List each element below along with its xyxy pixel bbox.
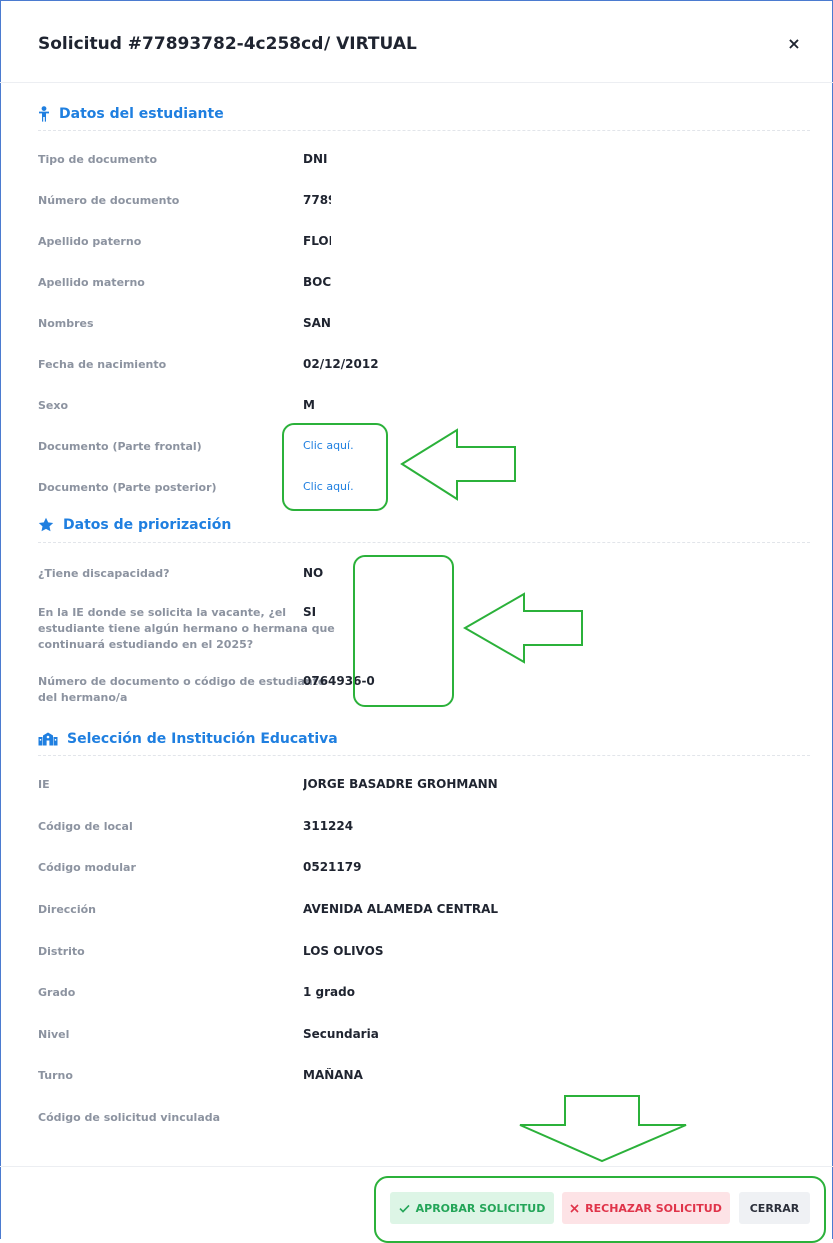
field-label: Tipo de documento: [38, 153, 158, 166]
field-value: BOC.: [303, 275, 331, 289]
field-label: Código de local: [38, 820, 133, 833]
doc-front-label: Documento (Parte frontal): [38, 440, 202, 453]
check-icon: [399, 1204, 410, 1213]
request-id: Solicitud #77893782-4c258cd: [38, 34, 324, 54]
field-value: JORGE BASADRE GROHMANN: [303, 777, 498, 791]
close-icon[interactable]: ×: [787, 34, 801, 53]
field-value: 0521179: [303, 860, 362, 874]
field-value: FLOF: [303, 234, 331, 248]
footer-divider: [0, 1166, 833, 1167]
field-value: NO: [303, 566, 324, 580]
field-label: Apellido materno: [38, 276, 145, 289]
field-value: M: [303, 398, 315, 412]
approve-button[interactable]: APROBAR SOLICITUD: [390, 1192, 554, 1224]
field-label: En la IE donde se solicita la vacante, ¿…: [38, 606, 335, 651]
modal-title: Solicitud #77893782-4c258cd / VIRTUAL: [38, 34, 417, 54]
field-value: SAN: [303, 316, 331, 330]
field-label: ¿Tiene discapacidad?: [38, 567, 170, 580]
person-icon: [39, 106, 49, 122]
field-label: Grado: [38, 986, 76, 999]
field-label: Apellido paterno: [38, 235, 142, 248]
field-label: Número de documento: [38, 194, 180, 207]
field-label: Dirección: [38, 903, 96, 916]
section-divider: [38, 542, 810, 543]
field-label: Nivel: [38, 1028, 70, 1041]
doc-back-label: Documento (Parte posterior): [38, 481, 217, 494]
field-label: Nombres: [38, 317, 94, 330]
reject-button[interactable]: RECHAZAR SOLICITUD: [562, 1192, 730, 1224]
field-label: Código de solicitud vinculada: [38, 1111, 221, 1124]
school-icon: [38, 732, 58, 746]
field-value: Secundaria: [303, 1027, 379, 1041]
field-value: MAÑANA: [303, 1068, 363, 1082]
field-label: Número de documento o código de estudian…: [38, 675, 326, 704]
close-button[interactable]: CERRAR: [739, 1192, 810, 1224]
field-value: SI: [303, 605, 317, 619]
field-value: LOS OLIVOS: [303, 944, 384, 958]
doc-back-link[interactable]: Clic aquí.: [303, 480, 354, 493]
section-school-title: Selección de Institución Educativa: [38, 731, 338, 747]
field-value: 0764936-0: [303, 674, 375, 688]
field-label: Distrito: [38, 945, 85, 958]
section-divider: [38, 130, 810, 131]
field-label: Turno: [38, 1069, 73, 1082]
field-label: Código modular: [38, 861, 136, 874]
field-value: 311224: [303, 819, 354, 833]
section-student-title: Datos del estudiante: [38, 106, 224, 122]
section-priority-title: Datos de priorización: [38, 517, 231, 533]
x-icon: [570, 1203, 579, 1213]
modal-header: Solicitud #77893782-4c258cd / VIRTUAL ×: [0, 0, 833, 83]
star-icon: [38, 517, 54, 532]
field-value: 1 grado: [303, 985, 355, 999]
field-value: DNI: [303, 152, 328, 166]
request-mode: / VIRTUAL: [324, 34, 417, 54]
field-value: 02/12/2012: [303, 357, 379, 371]
field-value: 7789: [303, 193, 331, 207]
field-label: Fecha de nacimiento: [38, 358, 167, 371]
field-value: AVENIDA ALAMEDA CENTRAL: [303, 902, 499, 916]
doc-front-link[interactable]: Clic aquí.: [303, 439, 354, 452]
field-label: Sexo: [38, 399, 69, 412]
field-label: IE: [38, 778, 50, 791]
section-divider: [38, 755, 810, 756]
